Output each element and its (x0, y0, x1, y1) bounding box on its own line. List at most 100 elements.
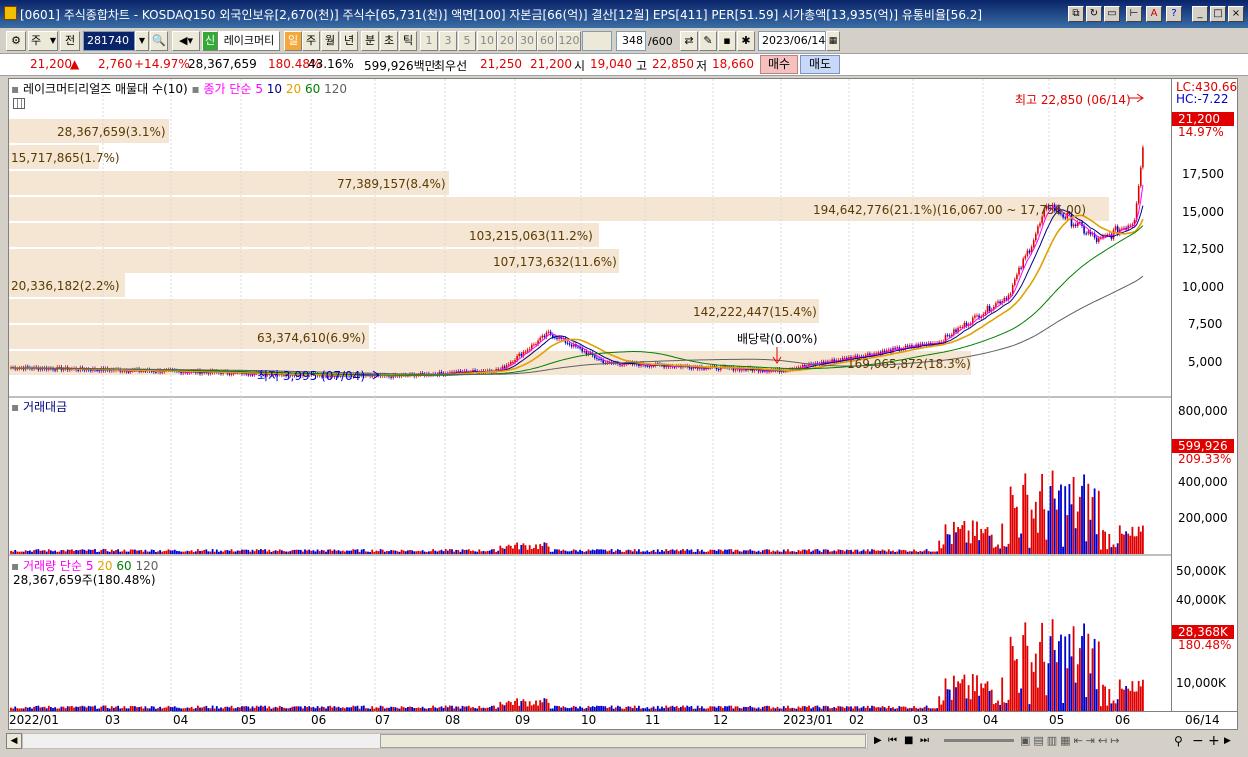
date-input[interactable]: 2023/06/14 (758, 31, 826, 51)
prev-button[interactable]: 전 (60, 31, 80, 51)
volume-bar (348, 707, 350, 711)
amount-bar (684, 550, 686, 554)
period-second-button[interactable]: 초 (380, 31, 398, 51)
interval-10-button[interactable]: 10 (477, 31, 497, 51)
chart-scrollbar[interactable]: ◀ ▶ ⏮ ■ ⏭ ▣▤▥▦⇤⇥↤↦ ⚲ − + ▶ (0, 731, 1248, 751)
volume-bar (1081, 636, 1083, 711)
volume-bar (413, 708, 416, 711)
sell-button[interactable]: 매도 (800, 55, 840, 74)
interval-3-button[interactable]: 3 (439, 31, 457, 51)
link-icon[interactable]: ⧉ (1068, 6, 1084, 22)
amount-bar (81, 549, 84, 554)
volume-bar (117, 705, 119, 711)
volume-bar (959, 683, 962, 711)
code-dropdown-button[interactable]: ▼ (135, 31, 149, 51)
volume-bar (646, 707, 649, 711)
save-icon[interactable]: ▪ (718, 31, 736, 51)
volume-bar (432, 705, 434, 711)
volume-bar (203, 706, 206, 711)
zoom-in-icon[interactable]: + (1208, 733, 1222, 749)
price-candle (843, 357, 846, 359)
minimize-icon[interactable]: _ (1192, 6, 1208, 22)
interval-5-button[interactable]: 5 (458, 31, 476, 51)
amount-bar (614, 550, 617, 554)
amount-bar (377, 551, 380, 554)
compare-icon[interactable]: ⇄ (680, 31, 698, 51)
amount-bar (648, 551, 651, 554)
interval-60-button[interactable]: 60 (537, 31, 557, 51)
scroll-left-icon[interactable]: ◀ (6, 733, 22, 749)
zoom-search-icon[interactable]: ⚲ (1174, 733, 1188, 749)
zoom-slider[interactable] (944, 739, 1014, 742)
step-back-icon[interactable]: ⏮ (888, 733, 902, 749)
price-candle (883, 350, 886, 352)
close-icon[interactable]: × (1228, 6, 1244, 22)
help-icon[interactable]: ? (1166, 6, 1182, 22)
interval-1-button[interactable]: 1 (420, 31, 438, 51)
scroll-right-icon[interactable]: ▶ (1224, 733, 1240, 749)
interval-input[interactable] (582, 31, 612, 51)
period-month-button[interactable]: 월 (321, 31, 339, 51)
maximize-icon[interactable]: □ (1210, 6, 1226, 22)
amount-bar (142, 551, 145, 554)
pin-icon[interactable]: ⊢ (1126, 6, 1142, 22)
stop-icon[interactable]: ■ (904, 733, 918, 749)
volume-bar (404, 708, 407, 711)
period-week-button[interactable]: 주 (302, 31, 320, 51)
period-minute-button[interactable]: 분 (361, 31, 379, 51)
search-icon[interactable]: 🔍 (150, 31, 168, 51)
count-input[interactable]: 348 (616, 31, 646, 51)
volume-bar (858, 708, 861, 711)
zoom-out-icon[interactable]: − (1192, 733, 1206, 749)
stock-code-input[interactable]: 281740 (83, 31, 135, 51)
amount-bar (140, 549, 143, 554)
period-shift-icon[interactable]: ▣▤▥▦⇤⇥↤↦ (1020, 733, 1150, 749)
scroll-thumb[interactable] (380, 734, 866, 748)
volume-bar (829, 708, 831, 711)
speaker-icon[interactable]: ◀▾ (172, 31, 200, 51)
buy-button[interactable]: 매수 (760, 55, 798, 74)
window-icon[interactable]: ▭ (1104, 6, 1120, 22)
interval-20-button[interactable]: 20 (497, 31, 517, 51)
volume-bar (155, 708, 157, 711)
volume-bar (997, 700, 999, 711)
mode-select[interactable]: 주 ▼ (28, 31, 58, 51)
volume-bar (1123, 689, 1125, 711)
amount-bar (136, 550, 138, 554)
current-pct-label: 14.97% (1178, 125, 1224, 139)
chart-settings-icon[interactable]: ⚙ (6, 31, 26, 51)
amount-legend-name[interactable]: 거래대금 (23, 400, 67, 414)
period-tick-button[interactable]: 틱 (399, 31, 417, 51)
volume-bar (1106, 705, 1109, 711)
interval-120-button[interactable]: 120 (557, 31, 581, 51)
amount-bar (990, 534, 993, 554)
volume-bar (392, 707, 395, 711)
period-year-button[interactable]: 년 (340, 31, 358, 51)
amount-bar (22, 551, 25, 554)
period-day-button[interactable]: 일 (284, 31, 302, 51)
play-icon[interactable]: ▶ (874, 733, 888, 749)
profile-label-10: 169,065,872(18.3%) (847, 357, 971, 371)
refresh-icon[interactable]: ↻ (1086, 6, 1102, 22)
volume-bar (923, 707, 926, 711)
amount-bar (558, 549, 560, 554)
price-candle (877, 352, 880, 354)
volume-bar (887, 705, 890, 711)
chart-canvas[interactable]: ▪ 레이크머티리얼즈 매물대 수(10) ▪ 종가 단순 5 10 20 60 … (8, 78, 1173, 713)
font-icon[interactable]: A (1146, 6, 1162, 22)
calendar-icon[interactable]: ▦ (826, 31, 840, 51)
draw-icon[interactable]: ✎ (699, 31, 717, 51)
price-legend-ma[interactable]: 종가 단순 (204, 82, 252, 96)
amount-bar (379, 549, 382, 554)
settings-icon[interactable]: ✱ (737, 31, 755, 51)
volume-bar (719, 706, 722, 711)
table-icon[interactable] (13, 98, 25, 109)
price-legend-name[interactable]: 레이크머티리얼즈 매물대 수(10) (23, 82, 188, 96)
step-forward-icon[interactable]: ⏭ (920, 733, 936, 749)
amount-bar (598, 549, 600, 554)
amount-bar (659, 551, 661, 554)
amount-bar (877, 550, 880, 554)
volume-bar (33, 706, 35, 711)
interval-30-button[interactable]: 30 (517, 31, 537, 51)
volume-bar (92, 706, 94, 711)
